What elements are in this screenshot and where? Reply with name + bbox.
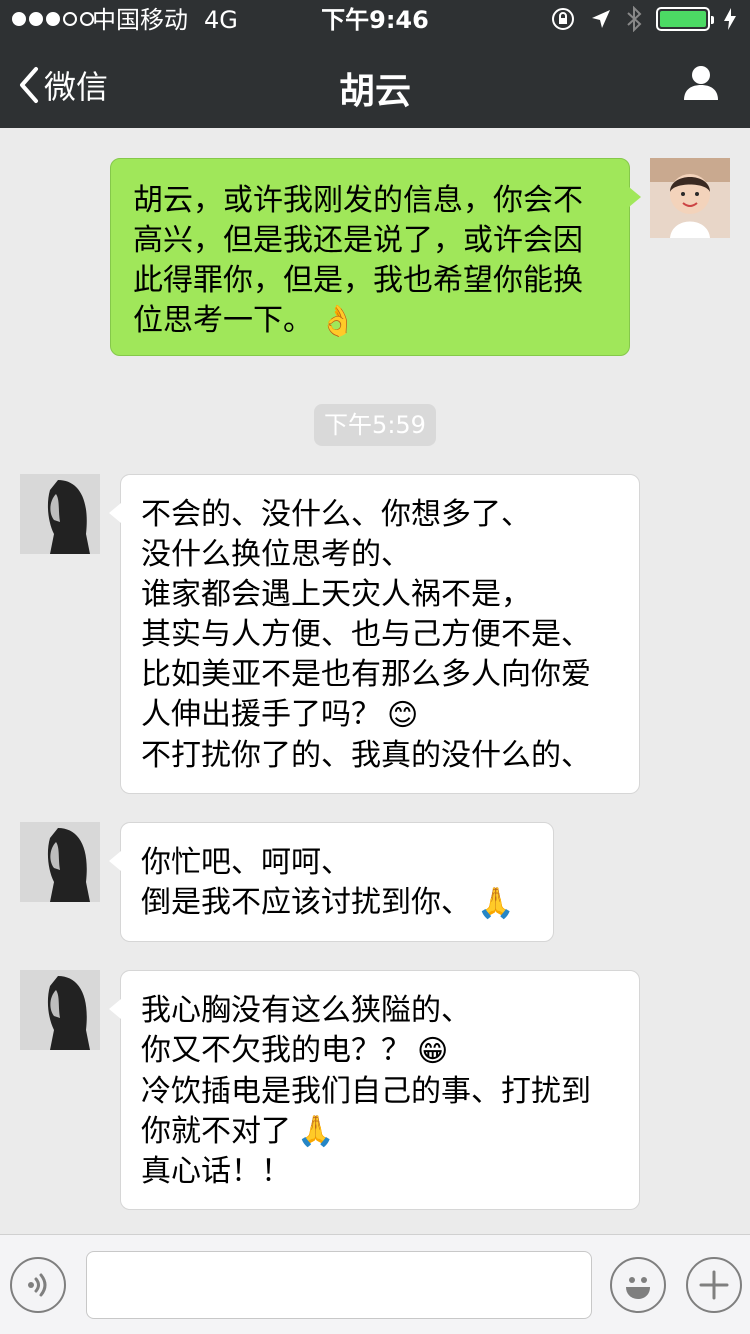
input-bar (0, 1234, 750, 1334)
chat-title: 胡云 (338, 71, 411, 112)
bluetooth-icon (627, 6, 642, 32)
message-bubble-received[interactable]: 不会的、没什么、你想多了、 没什么换位思考的、 谁家都会遇上天灾人祸不是， 其实… (109, 474, 640, 794)
grin-emoji-icon: 😁 (417, 1033, 449, 1069)
my-avatar[interactable] (650, 158, 730, 238)
message-line: 你又不欠我的电？？ (141, 1033, 411, 1068)
status-bar: 中国移动 4G 下午9:46 (0, 0, 750, 40)
message-line: 不打扰你了的、我真的没什么的、 (141, 737, 591, 773)
message-line: 高兴，但是我还是说了，或许会因 (133, 223, 583, 258)
message-line: 此得罪你，但是，我也希望你能换 (133, 263, 583, 298)
profile-icon (684, 66, 718, 100)
message-line: 冷饮插电是我们自己的事、打扰到 (141, 1073, 591, 1109)
rotation-lock-icon (552, 8, 574, 30)
message-line: 没什么换位思考的、 (141, 537, 411, 572)
message-line: 真心话！！ (141, 1154, 291, 1189)
contact-avatar[interactable] (20, 474, 100, 554)
message-input[interactable] (86, 1251, 592, 1319)
smile-emoji-icon: 😊 (387, 697, 419, 733)
message-bubble-sent[interactable]: 胡云，或许我刚发的信息，你会不 高兴，但是我还是说了，或许会因 此得罪你，但是，… (110, 158, 641, 356)
folded-hands-emoji-icon: 🙏 (297, 1114, 335, 1149)
ok-hand-emoji-icon: 👌 (319, 303, 357, 339)
profile-button[interactable] (682, 64, 720, 106)
voice-button[interactable] (10, 1257, 66, 1313)
message-line: 倒是我不应该讨扰到你、 (141, 885, 471, 920)
time-divider: 下午5:59 (314, 404, 436, 446)
message-line: 你忙吧、呵呵、 (141, 845, 351, 880)
emoji-button[interactable] (610, 1257, 666, 1313)
nav-bar: 微信 胡云 (0, 40, 750, 128)
battery-icon (656, 7, 714, 31)
message-line: 位思考一下。 (133, 303, 313, 338)
message-line: 胡云，或许我刚发的信息，你会不 (133, 183, 583, 218)
message-bubble-received[interactable]: 我心胸没有这么狭隘的、 你又不欠我的电？？ 😁 冷饮插电是我们自己的事、打扰到 你… (109, 970, 640, 1210)
emoji-icon (626, 1277, 650, 1299)
folded-hands-emoji-icon: 🙏 (477, 885, 515, 921)
message-line: 谁家都会遇上天灾人祸不是， (141, 577, 531, 612)
message-line: 人伸出援手了吗？ (141, 697, 381, 732)
message-line: 不会的、没什么、你想多了、 (141, 497, 531, 532)
more-button[interactable] (686, 1257, 742, 1313)
contact-avatar[interactable] (20, 970, 100, 1050)
message-line: 我心胸没有这么狭隘的、 (141, 993, 471, 1028)
top-bar: 中国移动 4G 下午9:46 微信 胡云 (0, 0, 750, 128)
message-line: 其实与人方便、也与己方便不是、 (141, 617, 591, 652)
charging-icon (724, 8, 736, 30)
voice-icon (28, 1273, 47, 1297)
location-icon (592, 10, 610, 28)
contact-avatar[interactable] (20, 822, 100, 902)
message-line: 比如美亚不是也有那么多人向你爱 (141, 657, 591, 692)
message-line: 你就不对了 (141, 1113, 291, 1149)
message-bubble-received[interactable]: 你忙吧、呵呵、 倒是我不应该讨扰到你、 🙏 (109, 822, 554, 942)
plus-icon (699, 1270, 729, 1300)
chat-area[interactable]: 胡云，或许我刚发的信息，你会不 高兴，但是我还是说了，或许会因 此得罪你，但是，… (0, 128, 750, 1234)
